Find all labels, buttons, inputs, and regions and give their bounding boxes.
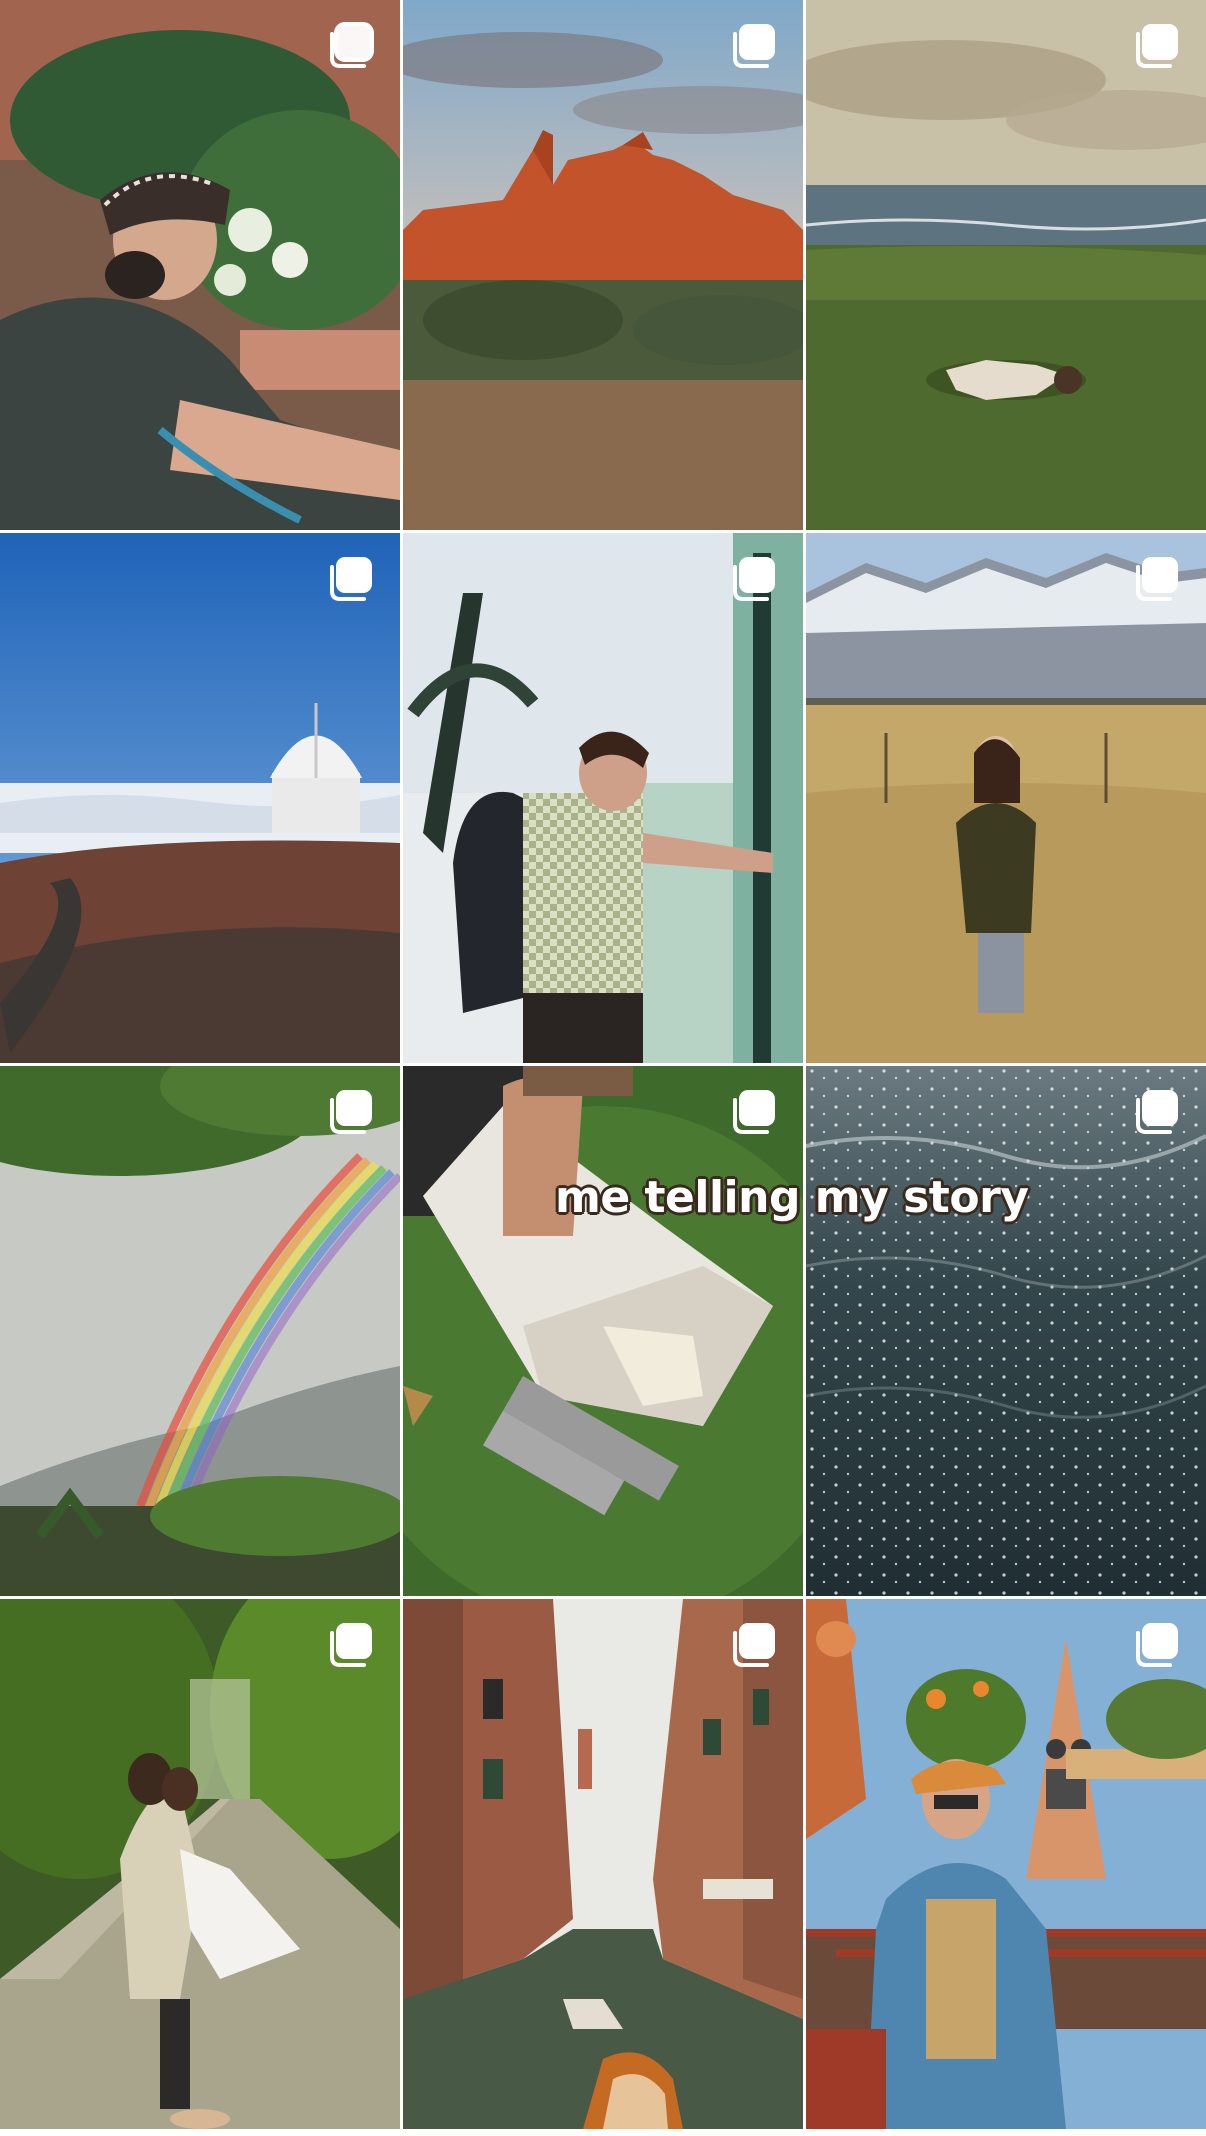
grid-post-3[interactable]	[806, 0, 1206, 530]
carousel-icon	[1132, 1086, 1184, 1138]
grid-post-6[interactable]	[806, 533, 1206, 1063]
post-2-image	[403, 0, 803, 530]
post-8-image	[403, 1066, 803, 1596]
carousel-icon	[326, 553, 378, 605]
story-caption: me telling my story	[555, 1172, 1029, 1223]
carousel-icon	[729, 20, 781, 72]
post-4-image	[0, 533, 400, 1063]
grid-post-4[interactable]	[0, 533, 400, 1063]
grid-post-7[interactable]	[0, 1066, 400, 1596]
photo-grid	[0, 0, 1206, 2136]
carousel-icon	[729, 553, 781, 605]
carousel-icon	[1132, 20, 1184, 72]
post-3-image	[806, 0, 1206, 530]
post-9-image	[806, 1066, 1206, 1596]
post-7-image	[0, 1066, 400, 1596]
carousel-icon	[1132, 553, 1184, 605]
grid-post-12[interactable]	[806, 1599, 1206, 2129]
carousel-icon	[729, 1619, 781, 1671]
grid-post-10[interactable]	[0, 1599, 400, 2129]
post-10-image	[0, 1599, 400, 2129]
carousel-icon	[1132, 1619, 1184, 1671]
carousel-icon	[326, 1086, 378, 1138]
carousel-icon	[729, 1086, 781, 1138]
grid-post-1[interactable]	[0, 0, 400, 530]
post-1-image	[0, 0, 400, 530]
grid-post-11[interactable]	[403, 1599, 803, 2129]
grid-post-5[interactable]	[403, 533, 803, 1063]
carousel-icon	[326, 1619, 378, 1671]
grid-post-9[interactable]	[806, 1066, 1206, 1596]
grid-post-2[interactable]	[403, 0, 803, 530]
post-5-image	[403, 533, 803, 1063]
grid-post-8[interactable]	[403, 1066, 803, 1596]
post-11-image	[403, 1599, 803, 2129]
post-12-image	[806, 1599, 1206, 2129]
carousel-icon	[326, 20, 378, 72]
post-6-image	[806, 533, 1206, 1063]
